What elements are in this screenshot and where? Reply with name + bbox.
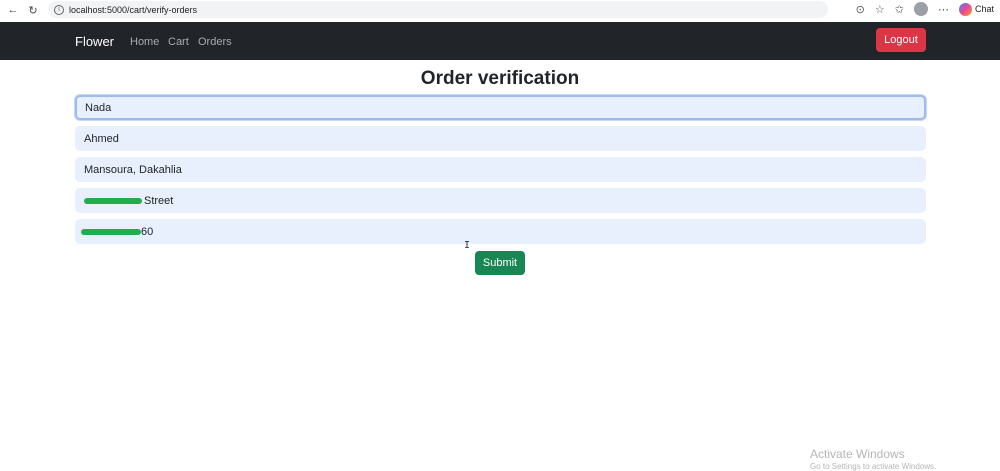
street-text: Street — [144, 194, 174, 207]
nav-link-orders[interactable]: Orders — [198, 36, 232, 48]
text-cursor-icon: I — [464, 240, 471, 251]
first-name-field[interactable] — [75, 95, 926, 120]
phone-field[interactable]: 60 — [75, 219, 926, 244]
back-icon[interactable]: ← — [6, 3, 20, 17]
redaction-mark — [84, 197, 142, 204]
phone-text: 60 — [141, 225, 154, 238]
logout-button[interactable]: Logout — [876, 28, 926, 52]
activate-windows-watermark: Activate Windows — [810, 447, 905, 461]
nav-link-cart[interactable]: Cart — [168, 36, 189, 48]
more-menu-icon[interactable]: ⋯ — [938, 3, 949, 16]
browser-toolbar: ← ↻ i localhost:5000/cart/verify-orders … — [0, 0, 1000, 20]
last-name-field[interactable] — [75, 126, 926, 151]
site-info-icon[interactable]: i — [54, 4, 64, 15]
address-bar[interactable]: i localhost:5000/cart/verify-orders — [48, 1, 828, 18]
copilot-chat-button[interactable]: Chat — [958, 2, 994, 16]
nav-link-home[interactable]: Home — [130, 36, 159, 48]
copilot-icon — [958, 2, 972, 16]
favorites-icon[interactable]: ✩ — [895, 3, 904, 16]
profile-avatar[interactable] — [913, 2, 928, 16]
reload-icon[interactable]: ↻ — [26, 3, 40, 17]
chat-label: Chat — [974, 4, 994, 14]
redaction-mark — [81, 228, 141, 235]
submit-button[interactable]: Submit — [475, 251, 525, 275]
url-text: localhost:5000/cart/verify-orders — [69, 4, 198, 15]
browser-actions: ⊙ ☆ ✩ ⋯ Chat — [856, 2, 994, 16]
location-icon[interactable]: ⊙ — [856, 3, 865, 16]
activate-windows-subtext: Go to Settings to activate Windows. — [810, 462, 937, 471]
city-field[interactable] — [75, 157, 926, 182]
street-field[interactable]: Street — [75, 188, 926, 213]
brand-link[interactable]: Flower — [75, 34, 114, 49]
favorite-star-icon[interactable]: ☆ — [875, 3, 885, 16]
page-title: Order verification — [420, 68, 580, 89]
app-navbar: Flower Home Cart Orders — [0, 22, 1000, 60]
